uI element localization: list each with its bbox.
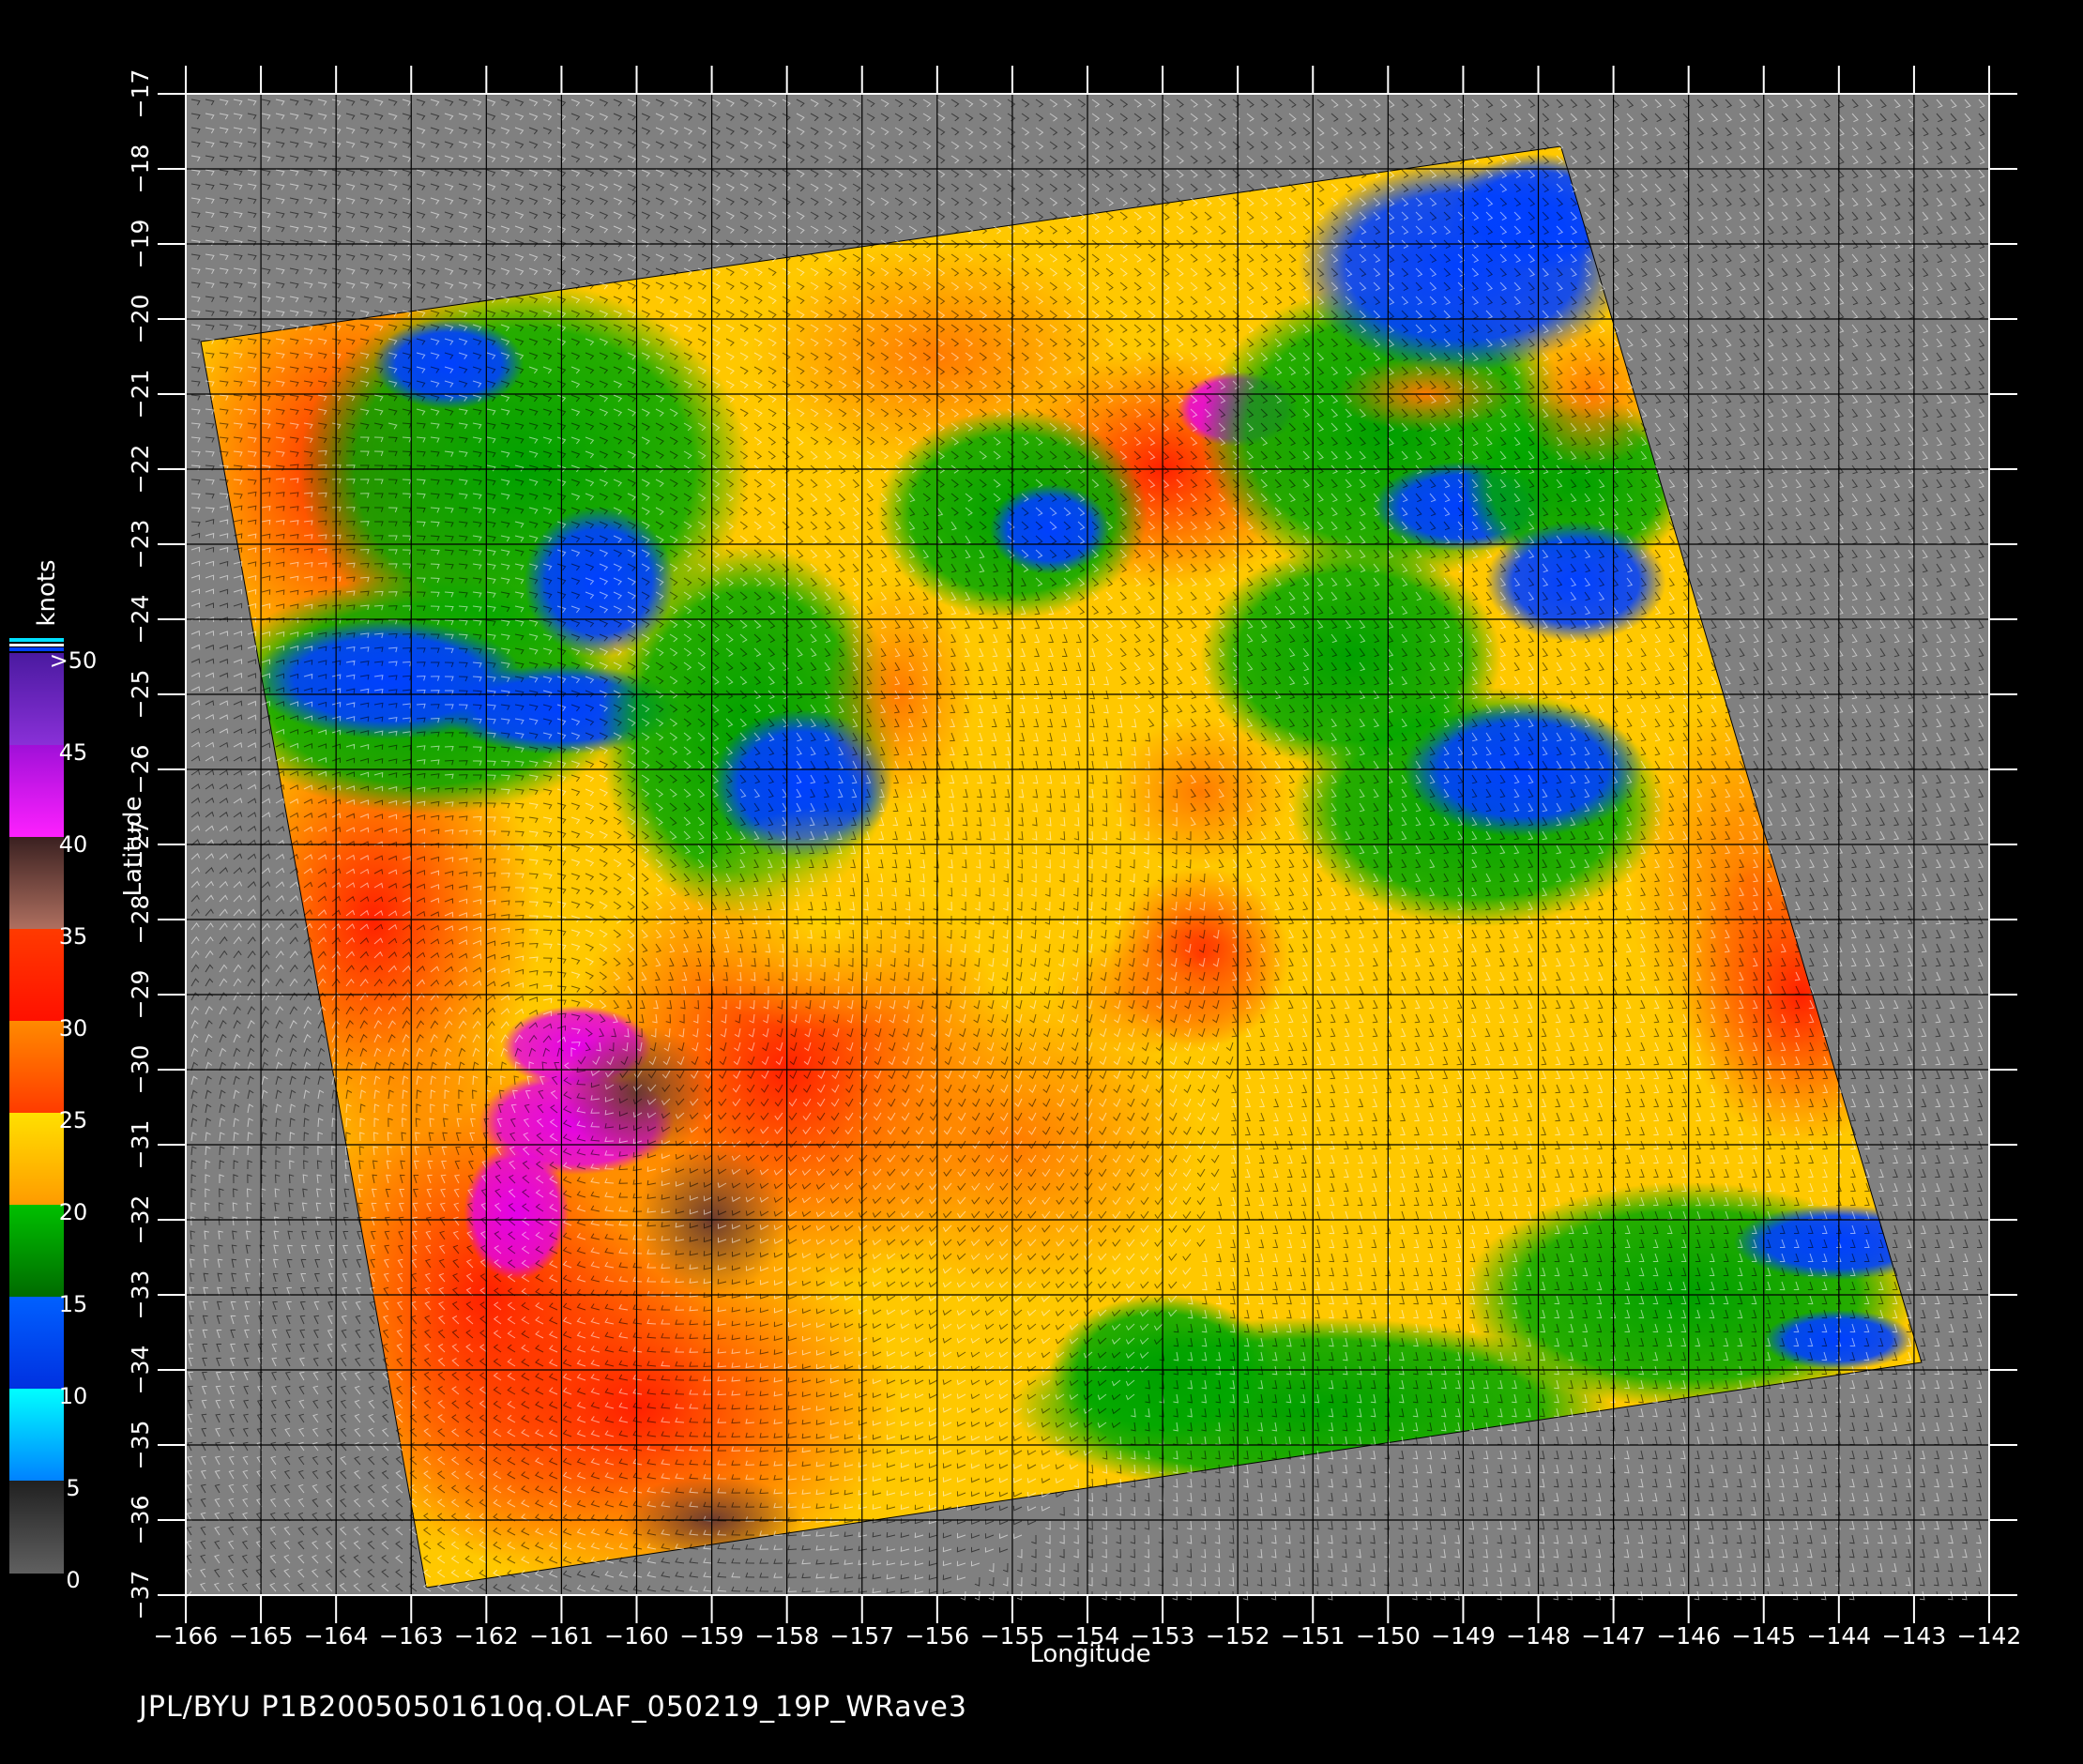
colorbar-segment xyxy=(9,1205,64,1298)
colorbar-segment xyxy=(9,745,64,838)
longitude-tick-label: −142 xyxy=(1957,1622,2022,1650)
latitude-tick-label: −19 xyxy=(127,220,154,269)
wind-speed-region xyxy=(989,484,1111,574)
latitude-tick-label: −28 xyxy=(127,895,154,945)
wind-speed-region xyxy=(524,507,675,657)
longitude-tick-label: −147 xyxy=(1581,1622,1646,1650)
latitude-tick-label: −36 xyxy=(127,1496,154,1545)
colorbar-label: 15 xyxy=(59,1291,88,1317)
latitude-tick-label: −33 xyxy=(127,1270,154,1320)
y-axis-label: Latitude xyxy=(119,796,147,896)
longitude-tick-label: −160 xyxy=(604,1622,669,1650)
colorbar-top-stripe xyxy=(9,644,64,646)
colorbar-label: 40 xyxy=(59,831,88,858)
longitude-tick-label: −159 xyxy=(679,1622,744,1650)
colorbar-segment xyxy=(9,1021,64,1114)
longitude-tick-label: −158 xyxy=(754,1622,819,1650)
latitude-tick-label: −20 xyxy=(127,295,154,344)
colorbar-label: 35 xyxy=(59,923,88,950)
colorbar-label: 25 xyxy=(59,1107,88,1133)
product-caption: JPL/BYU P1B20050501610q.OLAF_050219_19P_… xyxy=(139,1691,967,1724)
longitude-tick-label: −166 xyxy=(154,1622,219,1650)
colorbar-label: >50 xyxy=(50,647,98,674)
latitude-tick-label: −24 xyxy=(127,595,154,645)
longitude-tick-label: −145 xyxy=(1731,1622,1796,1650)
colorbar-segment xyxy=(9,929,64,1022)
latitude-tick-label: −25 xyxy=(127,670,154,720)
longitude-tick-label: −165 xyxy=(229,1622,294,1650)
longitude-tick-label: −144 xyxy=(1806,1622,1871,1650)
colorbar-label: 20 xyxy=(59,1199,88,1225)
colorbar-label: 30 xyxy=(59,1015,88,1042)
latitude-tick-label: −18 xyxy=(127,144,154,194)
longitude-tick-label: −152 xyxy=(1206,1622,1270,1650)
longitude-tick-label: −164 xyxy=(304,1622,369,1650)
wind-map: −166 −165 −164 −163 −162 −161 −160 −159 −158 −157… xyxy=(9,66,2022,1668)
colorbar-label: 0 xyxy=(66,1567,80,1593)
longitude-tick-label: −151 xyxy=(1281,1622,1346,1650)
latitude-tick-label: −31 xyxy=(127,1120,154,1170)
colorbar-label: 10 xyxy=(59,1383,88,1409)
colorbar-segment xyxy=(9,1389,64,1482)
colorbar-segment xyxy=(9,837,64,930)
latitude-tick-label: −23 xyxy=(127,520,154,570)
colorbar-segment xyxy=(9,1481,64,1574)
lat-lon-grid xyxy=(185,93,1990,1596)
latitude-tick-label: −34 xyxy=(127,1346,154,1395)
colorbar-label: 5 xyxy=(66,1475,80,1501)
colorbar: >50 45 40 35 30 25 20 15 10 5 0 xyxy=(9,638,97,1593)
latitude-tick-label: −35 xyxy=(127,1421,154,1470)
latitude-tick-label: −29 xyxy=(127,970,154,1020)
longitude-tick-label: −162 xyxy=(454,1622,519,1650)
longitude-tick-label: −161 xyxy=(529,1622,594,1650)
longitude-tick-label: −163 xyxy=(379,1622,444,1650)
colorbar-segment xyxy=(9,1113,64,1206)
wind-speed-region xyxy=(1485,522,1666,642)
x-axis-label: Longitude xyxy=(1029,1640,1150,1668)
latitude-tick-label: −17 xyxy=(127,69,154,119)
longitude-tick-label: −156 xyxy=(905,1622,969,1650)
longitude-tick-label: −150 xyxy=(1356,1622,1421,1650)
wind-speed-region xyxy=(464,1145,570,1280)
latitude-tick-label: −21 xyxy=(127,370,154,419)
longitude-tick-label: −146 xyxy=(1656,1622,1721,1650)
latitude-tick-label: −37 xyxy=(127,1571,154,1620)
latitude-tick-label: −22 xyxy=(127,445,154,494)
colorbar-label: 45 xyxy=(59,739,88,766)
longitude-tick-label: −143 xyxy=(1882,1622,1947,1650)
longitude-tick-label: −157 xyxy=(829,1622,894,1650)
longitude-tick-label: −148 xyxy=(1506,1622,1571,1650)
colorbar-top-stripe xyxy=(9,638,64,642)
latitude-tick-label: −30 xyxy=(127,1045,154,1095)
latitude-tick-label: −32 xyxy=(127,1195,154,1245)
longitude-tick-label: −149 xyxy=(1431,1622,1496,1650)
latitude-tick-label: −26 xyxy=(127,745,154,795)
colorbar-segment xyxy=(9,1297,64,1390)
colorbar-title: knots xyxy=(33,559,61,626)
